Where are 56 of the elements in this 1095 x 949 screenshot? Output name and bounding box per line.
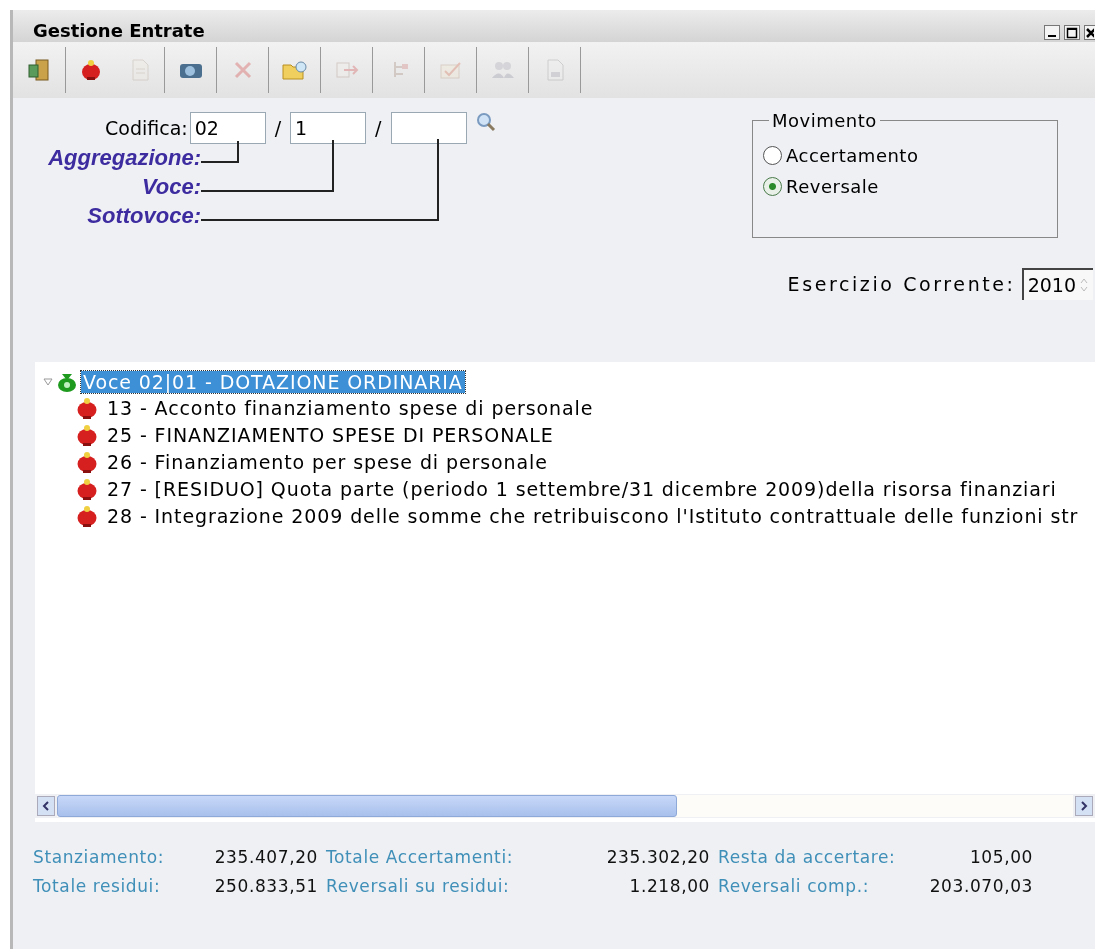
- code-field[interactable]: 02: [189, 112, 266, 144]
- total-label: Reversali comp.:: [717, 875, 870, 896]
- legend-label: Sottovoce:: [86, 203, 201, 229]
- lamp-icon: [75, 476, 99, 501]
- lamp-icon: [75, 503, 99, 528]
- tree-item[interactable]: 25 - FINANZIAMENTO SPESE DI PERSONALE: [105, 423, 556, 446]
- door-icon: [26, 57, 52, 83]
- users-icon: [489, 59, 516, 81]
- scroll-right-button[interactable]: [1075, 796, 1093, 816]
- close-button[interactable]: [1084, 25, 1095, 40]
- total-value: 235.407,20: [213, 846, 318, 867]
- arrow-icon: [333, 59, 360, 81]
- scroll-left-button[interactable]: [37, 796, 55, 816]
- total-value: 1.218,00: [628, 875, 710, 896]
- group-title: Movimento: [771, 110, 878, 131]
- lamp-icon: [75, 395, 99, 420]
- search-icon[interactable]: [474, 112, 497, 134]
- separator: /: [274, 117, 282, 139]
- scroll-thumb[interactable]: [57, 795, 677, 817]
- total-label: Totale Accertamenti:: [325, 846, 515, 867]
- legend-label: Aggregazione:: [47, 145, 201, 171]
- maximize-button[interactable]: [1064, 25, 1080, 40]
- radio-option[interactable]: Reversale: [763, 176, 1047, 197]
- tree-item[interactable]: 27 - [RESIDUO] Quota parte (periodo 1 settembre/31 dicembre 2009)della risorsa finanziari: [105, 477, 1059, 500]
- total-value: 250.833,51: [213, 875, 318, 896]
- minimize-icon: [1048, 34, 1056, 37]
- close-icon: [1085, 26, 1094, 39]
- total-value: 203.070,03: [928, 875, 1033, 896]
- year-spinner[interactable]: 2010: [1021, 268, 1093, 300]
- total-label: Resta da accertare:: [717, 846, 897, 867]
- esercizio-label: Esercizio Corrente:: [787, 273, 1016, 295]
- lamp-icon: [75, 422, 99, 447]
- separator: /: [375, 117, 382, 139]
- tree-item[interactable]: 13 - Acconto finanziamento spese di personale: [105, 396, 596, 419]
- total-value: 105,00: [968, 846, 1033, 867]
- total-value: 235.302,20: [605, 846, 710, 867]
- lamp-icon: [75, 449, 99, 474]
- lamp-icon: [79, 58, 103, 82]
- tree-item[interactable]: 28 - Integrazione 2009 delle somme che retribuiscono l'Istituto contrattuale delle funzioni str: [105, 504, 1081, 527]
- legend-label: Voce:: [140, 174, 201, 200]
- window-title: Gestione Entrate: [33, 19, 205, 41]
- total-label: Reversali su residui:: [325, 875, 511, 896]
- spinner-arrows-icon: [1079, 276, 1089, 294]
- tree-item[interactable]: 26 - Finanziamento per spese di personale: [105, 450, 550, 473]
- folder-icon: [280, 58, 309, 82]
- codifica-label: Codifica:: [105, 117, 188, 139]
- horizontal-scrollbar[interactable]: [35, 794, 1095, 818]
- total-label: Stanziamento:: [33, 846, 166, 867]
- total-label: Totale residui:: [33, 875, 162, 896]
- expander-icon[interactable]: [43, 377, 53, 387]
- code-field[interactable]: [390, 112, 467, 144]
- money-bag-icon: [56, 371, 78, 393]
- maximize-icon: [1066, 26, 1078, 39]
- minimize-button[interactable]: [1044, 25, 1060, 40]
- radio-option[interactable]: Accertamento: [763, 145, 1047, 166]
- code-field[interactable]: 1: [290, 112, 367, 144]
